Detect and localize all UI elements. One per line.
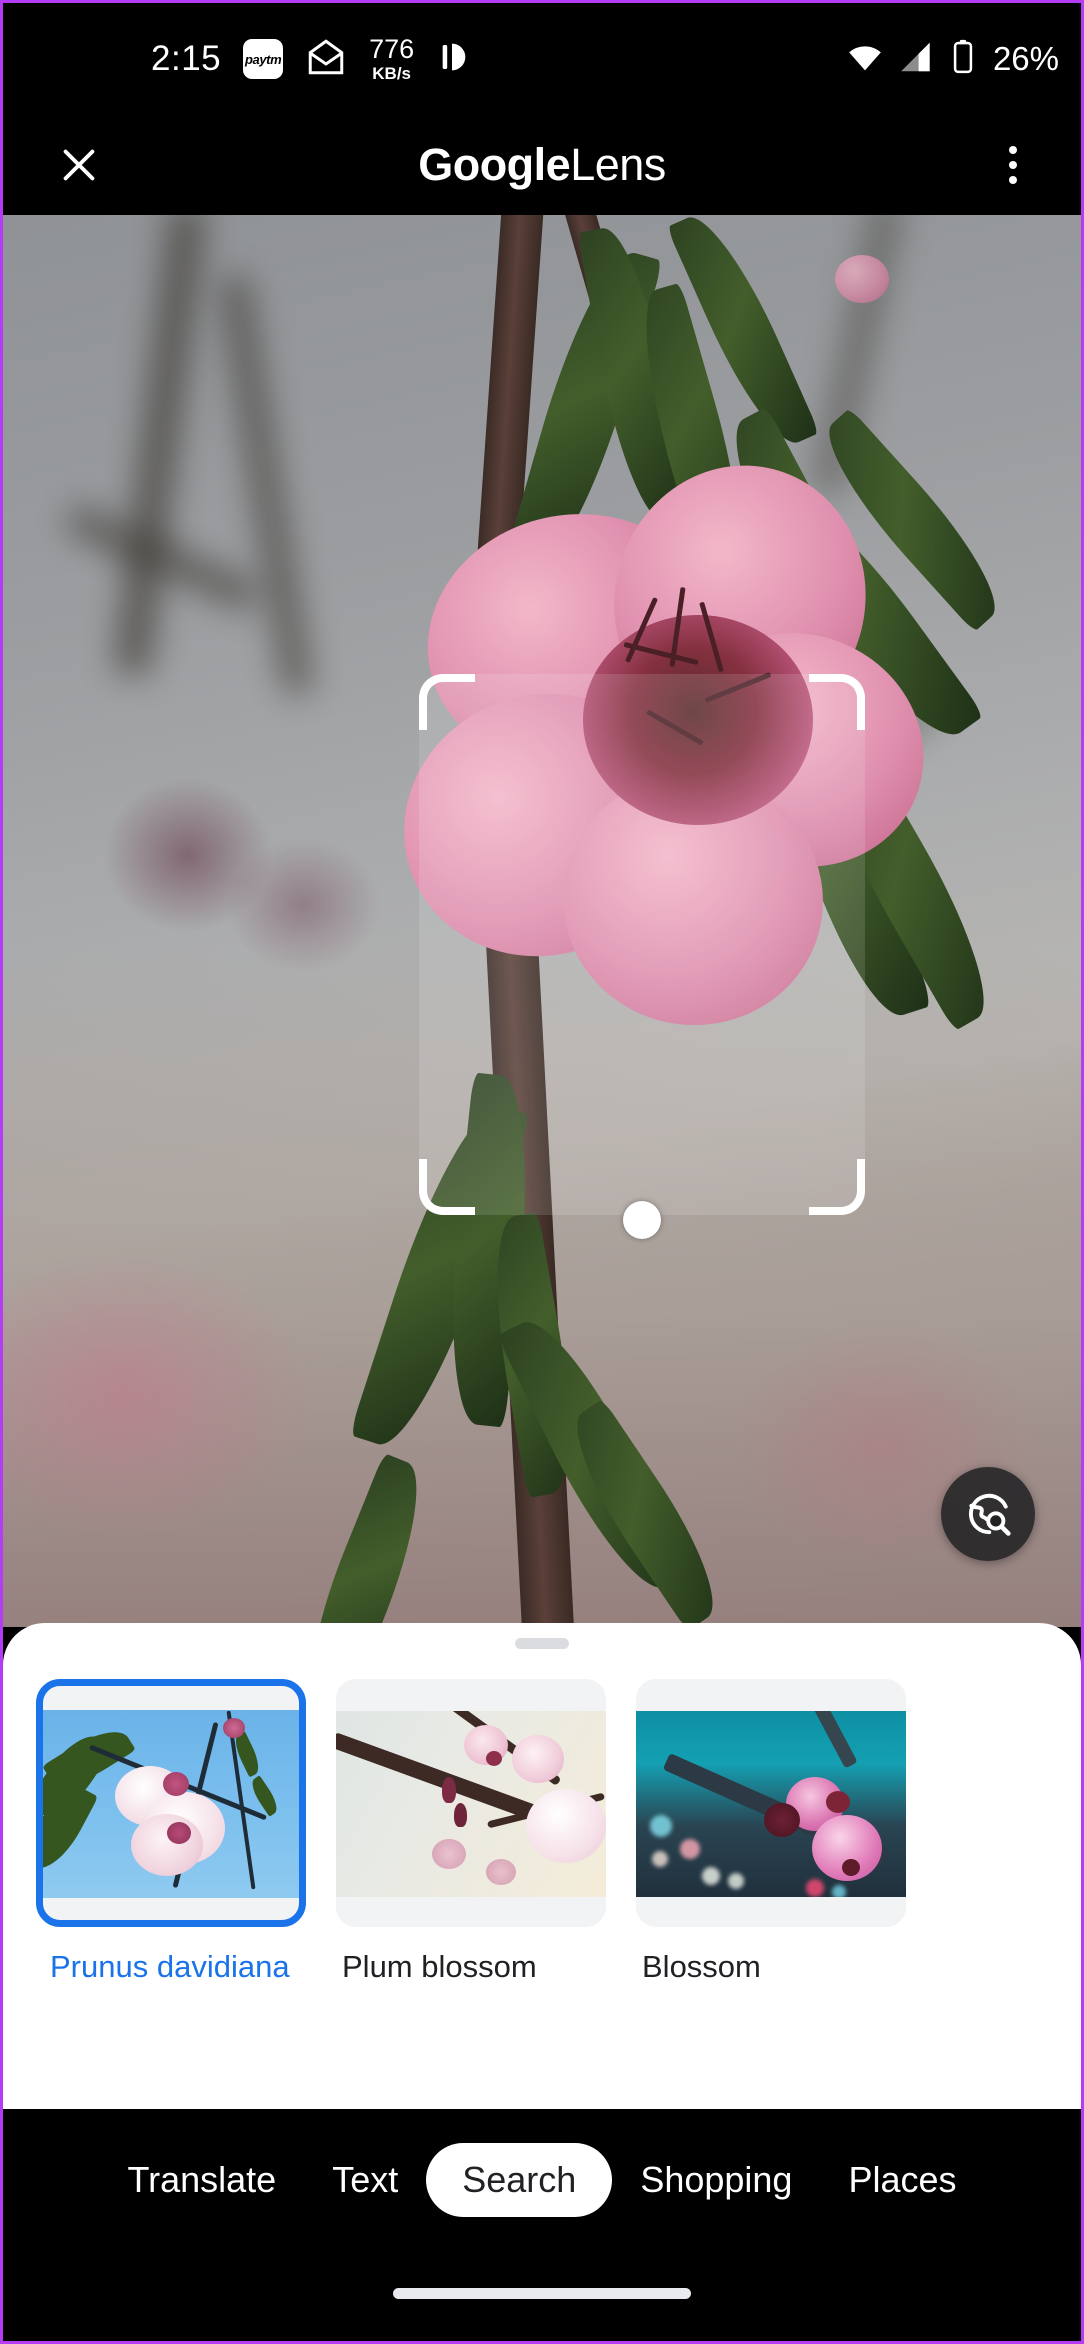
results-carousel[interactable]: Prunus davidiana Plum blossom Blossom xyxy=(3,1679,1081,2099)
selection-corner-bottom-right[interactable] xyxy=(809,1159,865,1215)
do-not-disturb-icon xyxy=(436,41,468,78)
tab-translate[interactable]: Translate xyxy=(99,2159,304,2201)
battery-percentage: 26% xyxy=(992,40,1059,77)
result-label: Plum blossom xyxy=(342,1949,537,1984)
status-bar: 2:15 paytm 776 KB/s 26% xyxy=(3,3,1081,115)
mode-tabs: Translate Text Search Shopping Places xyxy=(3,2137,1081,2223)
result-card-plum-blossom[interactable]: Plum blossom xyxy=(336,1679,606,2099)
results-bottom-sheet[interactable]: Prunus davidiana Plum blossom Blossom xyxy=(3,1623,1081,2115)
network-speed-unit: KB/s xyxy=(372,64,412,83)
selection-frame[interactable] xyxy=(419,674,865,1239)
result-thumbnail-image xyxy=(636,1711,906,1897)
bottom-navigation: Translate Text Search Shopping Places xyxy=(3,2109,1081,2341)
status-clock: 2:15 xyxy=(151,39,222,78)
wifi-icon xyxy=(845,37,885,82)
result-thumbnail-image xyxy=(336,1711,606,1897)
top-app-bar: Google Lens xyxy=(3,115,1081,215)
phone-screen: 2:15 paytm 776 KB/s 26% Google Lens Prun… xyxy=(0,0,1084,2344)
selection-corner-bottom-left[interactable] xyxy=(419,1159,475,1215)
status-bar-right: 26% xyxy=(845,3,1059,115)
result-thumbnail[interactable] xyxy=(36,1679,306,1927)
cellular-signal-icon xyxy=(898,38,936,81)
network-speed-icon: 776 KB/s xyxy=(369,34,415,83)
tab-text[interactable]: Text xyxy=(304,2159,426,2201)
result-label: Blossom xyxy=(642,1949,761,1984)
tab-places[interactable]: Places xyxy=(820,2159,984,2201)
search-the-web-icon[interactable] xyxy=(941,1467,1035,1561)
selection-frame-fill xyxy=(419,674,865,1215)
drag-handle[interactable] xyxy=(515,1638,569,1649)
tab-search[interactable]: Search xyxy=(426,2143,613,2217)
result-thumbnail[interactable] xyxy=(636,1679,906,1927)
page-title-product: Lens xyxy=(570,139,666,190)
result-label: Prunus davidiana xyxy=(50,1949,290,1984)
selection-corner-top-right[interactable] xyxy=(809,674,865,730)
mail-icon xyxy=(305,36,347,83)
network-speed-value: 776 xyxy=(369,34,415,64)
page-title-brand: Google xyxy=(418,139,571,190)
result-card-prunus-davidiana[interactable]: Prunus davidiana xyxy=(36,1679,306,2099)
result-card-blossom[interactable]: Blossom xyxy=(636,1679,906,2099)
camera-viewfinder[interactable] xyxy=(3,215,1081,1627)
battery-icon xyxy=(949,38,977,81)
android-gesture-bar[interactable] xyxy=(393,2288,691,2299)
selection-corner-top-left[interactable] xyxy=(419,674,475,730)
selection-focus-dot[interactable] xyxy=(623,1201,661,1239)
paytm-icon: paytm xyxy=(243,39,284,79)
status-bar-left: 2:15 paytm 776 KB/s xyxy=(151,3,468,115)
page-title: Google Lens xyxy=(3,115,1081,215)
more-options-icon[interactable] xyxy=(987,139,1039,191)
result-thumbnail-image xyxy=(43,1710,299,1898)
result-thumbnail[interactable] xyxy=(336,1679,606,1927)
tab-shopping[interactable]: Shopping xyxy=(612,2159,820,2201)
